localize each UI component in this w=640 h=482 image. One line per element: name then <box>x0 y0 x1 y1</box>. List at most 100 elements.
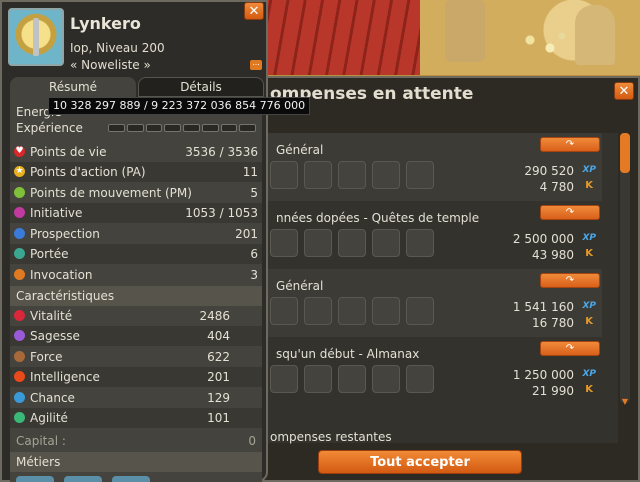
kamas-value: 16 780 <box>532 316 574 330</box>
stat-value: 11 <box>242 165 258 179</box>
capital-row: Capital : 0 <box>10 431 262 451</box>
more-options-button[interactable]: ... <box>250 59 262 70</box>
item-slot[interactable] <box>304 297 332 325</box>
close-button[interactable]: ✕ <box>244 2 264 20</box>
xp-value: 1 541 160 <box>512 300 574 314</box>
item-slot[interactable] <box>372 297 400 325</box>
range-icon <box>14 248 25 259</box>
item-slot[interactable] <box>372 161 400 189</box>
characteristic-row[interactable]: Sagesse 404 <box>10 326 262 346</box>
item-slot[interactable] <box>372 365 400 393</box>
reward-name: nnées dopées - Quêtes de temple <box>276 211 480 225</box>
item-slot[interactable] <box>270 161 298 189</box>
stat-label: Points de vie <box>30 145 107 159</box>
item-slot[interactable] <box>372 229 400 257</box>
characteristic-value: 2486 <box>199 309 230 323</box>
reward-list[interactable]: Général ↷ 290 520 XP 4 780 K nnées dopée… <box>262 133 618 443</box>
class-emblem-avatar <box>8 8 64 66</box>
capital-label: Capital : <box>16 434 66 448</box>
claim-button[interactable]: ↷ <box>540 137 600 152</box>
item-slot[interactable] <box>338 161 366 189</box>
scrollbar-track[interactable] <box>620 133 630 403</box>
item-slot[interactable] <box>338 297 366 325</box>
character-sheet-panel: Lynkero Iop, Niveau 200 « Noweliste » ✕ … <box>0 0 268 482</box>
stone-post <box>575 5 615 65</box>
reward-name: Général <box>276 279 324 293</box>
item-slot[interactable] <box>406 229 434 257</box>
item-slot[interactable] <box>338 229 366 257</box>
item-slots <box>270 229 434 257</box>
xp-icon: XP <box>582 233 596 243</box>
claim-button[interactable]: ↷ <box>540 205 600 220</box>
kama-icon: K <box>585 384 593 395</box>
stat-row: Points de mouvement (PM) 5 <box>10 183 262 203</box>
stat-value: 201 <box>235 227 258 241</box>
stat-row: Portée 6 <box>10 244 262 264</box>
reward-item: Général ↷ 290 520 XP 4 780 K <box>262 133 602 201</box>
kama-icon: K <box>585 316 593 327</box>
close-button[interactable]: ✕ <box>614 82 634 100</box>
experience-bar[interactable] <box>108 124 256 132</box>
summary-content: Energie Expérience ♥ Points de vie 3536 … <box>10 97 262 482</box>
characteristic-value: 404 <box>207 329 230 343</box>
item-slot[interactable] <box>304 365 332 393</box>
reward-item: nnées dopées - Quêtes de temple ↷ 2 500 … <box>262 201 602 269</box>
kama-icon: K <box>585 248 593 259</box>
item-slot[interactable] <box>406 365 434 393</box>
roof-scenery <box>255 0 435 75</box>
wisdom-icon <box>14 330 25 341</box>
accept-all-button[interactable]: Tout accepter <box>318 450 522 474</box>
characteristic-row[interactable]: Chance 129 <box>10 388 262 408</box>
item-slot[interactable] <box>338 365 366 393</box>
characteristic-value: 201 <box>207 370 230 384</box>
tab-details[interactable]: Détails <box>138 77 264 97</box>
xp-icon: XP <box>582 369 596 379</box>
stat-row: Prospection 201 <box>10 224 262 244</box>
item-slot[interactable] <box>270 365 298 393</box>
stat-label: Points d'action (PA) <box>30 165 146 179</box>
xp-icon: XP <box>582 301 596 311</box>
jobs-header: Métiers <box>10 452 262 472</box>
job-button[interactable] <box>112 476 150 482</box>
characteristic-label: Chance <box>30 391 75 405</box>
job-button[interactable] <box>16 476 54 482</box>
scroll-down-icon[interactable]: ▼ <box>620 398 630 406</box>
item-slot[interactable] <box>406 161 434 189</box>
item-slot[interactable] <box>304 229 332 257</box>
stat-row: Invocation 3 <box>10 265 262 285</box>
tab-resume[interactable]: Résumé <box>10 77 136 97</box>
characteristic-row[interactable]: Force 622 <box>10 347 262 367</box>
agility-icon <box>14 412 25 423</box>
scrollbar-thumb[interactable] <box>620 133 630 173</box>
stat-label: Invocation <box>30 268 93 282</box>
item-slots <box>270 161 434 189</box>
item-slots <box>270 365 434 393</box>
kamas-value: 4 780 <box>539 180 574 194</box>
reward-item: squ'un début - Almanax ↷ 1 250 000 XP 21… <box>262 337 602 405</box>
characteristic-label: Force <box>30 350 63 364</box>
item-slot[interactable] <box>304 161 332 189</box>
job-buttons <box>16 476 150 482</box>
item-slot[interactable] <box>270 297 298 325</box>
reward-item: Général ↷ 1 541 160 XP 16 780 K <box>262 269 602 337</box>
characteristic-row[interactable]: Intelligence 201 <box>10 367 262 387</box>
claim-button[interactable]: ↷ <box>540 341 600 356</box>
characteristic-row[interactable]: Vitalité 2486 <box>10 306 262 326</box>
characteristic-label: Agilité <box>30 411 68 425</box>
characteristic-value: 101 <box>207 411 230 425</box>
characteristic-value: 129 <box>207 391 230 405</box>
characteristic-row[interactable]: Agilité 101 <box>10 408 262 428</box>
job-button[interactable] <box>64 476 102 482</box>
reward-name: squ'un début - Almanax <box>276 347 420 361</box>
item-slot[interactable] <box>270 229 298 257</box>
xp-value: 2 500 000 <box>512 232 574 246</box>
intelligence-icon <box>14 371 25 382</box>
chance-icon <box>14 392 25 403</box>
item-slot[interactable] <box>406 297 434 325</box>
boot-icon <box>14 187 25 198</box>
stat-value: 1053 / 1053 <box>185 206 258 220</box>
remaining-rewards-label: ompenses restantes <box>270 430 392 444</box>
flowers-scenery <box>520 30 570 60</box>
claim-button[interactable]: ↷ <box>540 273 600 288</box>
prospection-icon <box>14 228 25 239</box>
